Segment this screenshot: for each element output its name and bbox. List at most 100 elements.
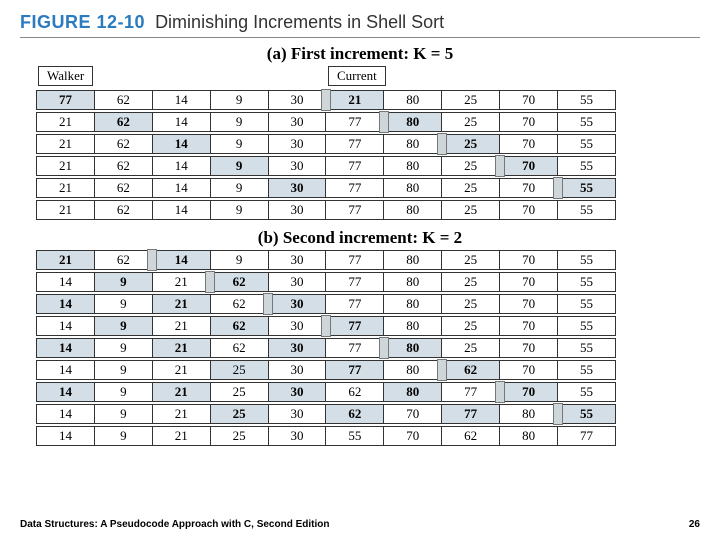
page-footer: Data Structures: A Pseudocode Approach w… <box>20 519 700 530</box>
array-cell: 25 <box>442 251 500 270</box>
array-cell: 77 <box>326 273 384 292</box>
array-cell: 55 <box>558 135 616 154</box>
array-cell: 9 <box>94 361 152 380</box>
array-cell: 62 <box>94 201 152 220</box>
array-cell: 9 <box>94 339 152 358</box>
array-cell: 62 <box>326 405 384 424</box>
array-cell: 21 <box>37 251 95 270</box>
array-cell: 70 <box>500 135 558 154</box>
array-cell: 25 <box>442 295 500 314</box>
array-cell: 77 <box>326 317 384 336</box>
array-cell: 30 <box>268 295 326 314</box>
rows-section-a: 7762149302180257055216214930778025705521… <box>36 90 676 222</box>
array-cell: 70 <box>500 383 558 402</box>
gap-marker <box>553 177 563 199</box>
array-cell: 25 <box>210 405 268 424</box>
current-label: Current <box>328 66 386 86</box>
array-cell: 30 <box>268 361 326 380</box>
gap-marker <box>321 89 331 111</box>
array-cell: 25 <box>442 91 500 110</box>
array-cell: 14 <box>152 179 210 198</box>
figure-header: FIGURE 12-10 Diminishing Increments in S… <box>20 12 700 33</box>
array-cell: 14 <box>152 91 210 110</box>
array-cell: 77 <box>326 113 384 132</box>
array-cell: 25 <box>442 317 500 336</box>
array-cell: 14 <box>37 427 95 446</box>
array-cell: 62 <box>94 251 152 270</box>
array-cell: 30 <box>268 157 326 176</box>
footer-text: Data Structures: A Pseudocode Approach w… <box>20 519 329 530</box>
array-cell: 62 <box>94 157 152 176</box>
array-cell: 77 <box>442 405 500 424</box>
array-cell: 77 <box>326 135 384 154</box>
array-cell: 62 <box>442 361 500 380</box>
array-cell: 70 <box>500 251 558 270</box>
array-cell: 21 <box>152 427 210 446</box>
array-cell: 14 <box>37 361 95 380</box>
array-cell: 9 <box>94 383 152 402</box>
gap-marker <box>379 337 389 359</box>
array-cell: 30 <box>268 113 326 132</box>
array-cell: 70 <box>500 295 558 314</box>
figure-title: Diminishing Increments in Shell Sort <box>155 12 444 32</box>
array-cell: 21 <box>152 383 210 402</box>
array-row: 2162149307780257055 <box>36 134 676 156</box>
array-cell: 21 <box>152 273 210 292</box>
array-cell: 30 <box>268 317 326 336</box>
array-cell: 70 <box>500 361 558 380</box>
array-cell: 80 <box>384 113 442 132</box>
array-cell: 21 <box>37 113 95 132</box>
array-cell: 80 <box>384 179 442 198</box>
array-cell: 80 <box>384 135 442 154</box>
gap-marker <box>553 403 563 425</box>
array-cell: 77 <box>558 427 616 446</box>
array-cell: 80 <box>384 383 442 402</box>
array-cell: 14 <box>152 113 210 132</box>
array-cell: 55 <box>558 273 616 292</box>
array-cell: 9 <box>210 157 268 176</box>
array-cell: 30 <box>268 201 326 220</box>
array-cell: 70 <box>500 317 558 336</box>
figure-number: FIGURE 12-10 <box>20 12 145 32</box>
array-cell: 62 <box>94 135 152 154</box>
array-cell: 77 <box>37 91 95 110</box>
array-cell: 25 <box>442 201 500 220</box>
array-cell: 30 <box>268 179 326 198</box>
array-cell: 14 <box>37 273 95 292</box>
array-cell: 21 <box>152 361 210 380</box>
array-cell: 21 <box>152 339 210 358</box>
array-cell: 9 <box>94 317 152 336</box>
array-cell: 80 <box>384 295 442 314</box>
array-row: 1492125306270778055 <box>36 404 676 426</box>
array-cell: 80 <box>384 317 442 336</box>
array-row: 1492125307780627055 <box>36 360 676 382</box>
array-cell: 55 <box>558 317 616 336</box>
array-cell: 62 <box>94 179 152 198</box>
pointer-labels: Walker Current <box>36 66 676 90</box>
array-cell: 30 <box>268 91 326 110</box>
array-row: 2162149307780257055 <box>36 112 676 134</box>
array-cell: 55 <box>558 157 616 176</box>
section-b-title: (b) Second increment: K = 2 <box>20 228 700 248</box>
array-cell: 30 <box>268 135 326 154</box>
rows-section-b: 2162149307780257055149216230778025705514… <box>36 250 676 448</box>
array-cell: 9 <box>210 113 268 132</box>
array-cell: 14 <box>37 295 95 314</box>
array-cell: 21 <box>152 317 210 336</box>
array-cell: 9 <box>210 201 268 220</box>
gap-marker <box>495 381 505 403</box>
array-cell: 77 <box>326 251 384 270</box>
array-cell: 70 <box>500 273 558 292</box>
array-cell: 70 <box>500 91 558 110</box>
array-cell: 62 <box>210 273 268 292</box>
array-cell: 70 <box>500 157 558 176</box>
array-cell: 77 <box>326 295 384 314</box>
array-cell: 14 <box>152 157 210 176</box>
array-cell: 80 <box>384 91 442 110</box>
array-cell: 25 <box>442 339 500 358</box>
array-cell: 9 <box>210 91 268 110</box>
array-cell: 77 <box>326 361 384 380</box>
array-cell: 77 <box>326 339 384 358</box>
array-cell: 70 <box>384 405 442 424</box>
array-cell: 55 <box>558 201 616 220</box>
